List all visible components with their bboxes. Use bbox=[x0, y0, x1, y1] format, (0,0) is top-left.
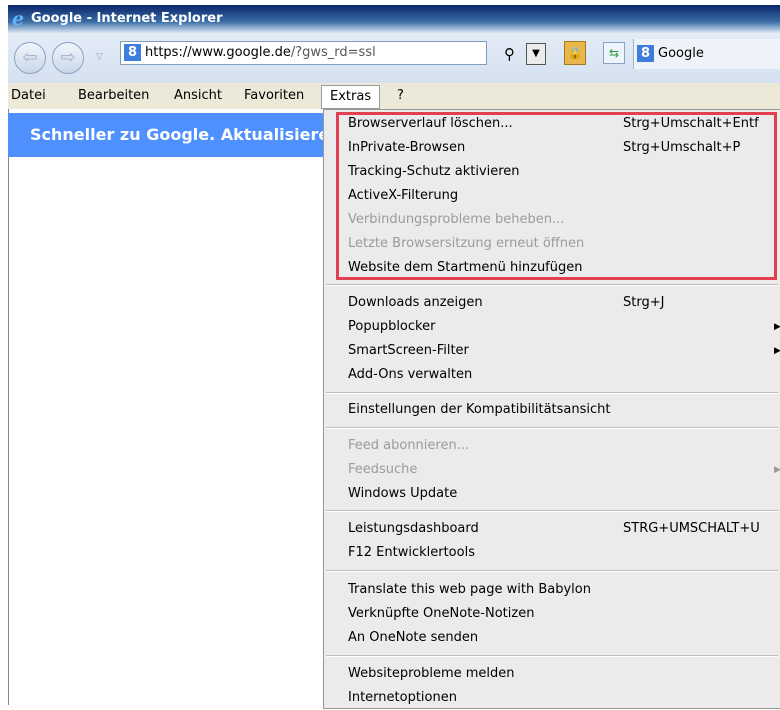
menu-favoriten[interactable]: Favoriten bbox=[244, 87, 304, 105]
extras-menu: Browserverlauf löschen... Strg+Umschalt+… bbox=[323, 109, 780, 709]
menu-item-popupblocker[interactable]: Popupblocker bbox=[348, 315, 435, 339]
submenu-arrow-icon: ▶ bbox=[774, 322, 780, 332]
tab-label: Google bbox=[658, 46, 704, 61]
menu-separator bbox=[326, 427, 778, 429]
submenu-arrow-icon: ▶ bbox=[774, 465, 780, 475]
update-banner[interactable]: Schneller zu Google. Aktualisieren bbox=[8, 113, 345, 157]
address-bar[interactable]: 8 https://www.google.de/?gws_rd=ssl bbox=[120, 41, 487, 65]
menu-item-f12-tools[interactable]: F12 Entwicklertools bbox=[348, 541, 475, 565]
address-path: /?gws_rd=ssl bbox=[290, 45, 376, 60]
menu-bearbeiten[interactable]: Bearbeiten bbox=[78, 87, 149, 105]
shortcut-leistungsdashboard: STRG+UMSCHALT+U bbox=[623, 521, 760, 536]
menu-separator bbox=[326, 510, 778, 512]
address-host: https://www.google.de bbox=[145, 45, 291, 60]
refresh-button[interactable]: ⇆ bbox=[603, 42, 625, 64]
menu-item-feed-abonnieren: Feed abonnieren... bbox=[348, 438, 470, 453]
navigation-bar: ⇦ ⇨ ▽ 8 https://www.google.de/?gws_rd=ssl… bbox=[8, 33, 780, 83]
menu-item-tracking-schutz[interactable]: Tracking-Schutz aktivieren bbox=[348, 160, 520, 184]
menu-item-onenote-senden[interactable]: An OneNote senden bbox=[348, 626, 478, 650]
internet-explorer-icon: e bbox=[12, 8, 25, 30]
history-dropdown-icon[interactable]: ▽ bbox=[96, 52, 103, 62]
menu-item-kompatibilitaet[interactable]: Einstellungen der Kompatibilitätsansicht bbox=[348, 398, 611, 422]
shortcut-browserverlauf: Strg+Umschalt+Entf bbox=[623, 116, 759, 131]
google-favicon-icon: 8 bbox=[637, 45, 654, 62]
title-bar: e Google - Internet Explorer bbox=[8, 5, 780, 33]
forward-button[interactable]: ⇨ bbox=[52, 42, 84, 74]
menu-separator bbox=[326, 570, 778, 572]
menu-item-feedsuche: Feedsuche bbox=[348, 462, 418, 477]
menu-datei[interactable]: Datei bbox=[11, 87, 46, 105]
shortcut-downloads: Strg+J bbox=[623, 295, 665, 310]
window-title: Google - Internet Explorer bbox=[31, 11, 223, 26]
google-favicon-icon: 8 bbox=[124, 44, 141, 61]
menu-item-babylon[interactable]: Translate this web page with Babylon bbox=[348, 578, 591, 602]
menu-item-smartscreen[interactable]: SmartScreen-Filter bbox=[348, 339, 469, 363]
menu-separator bbox=[326, 655, 778, 657]
menu-item-startmenue[interactable]: Website dem Startmenü hinzufügen bbox=[348, 256, 583, 280]
menu-item-windows-update[interactable]: Windows Update bbox=[348, 482, 457, 506]
tab-google[interactable]: 8 Google bbox=[633, 39, 780, 69]
menu-item-inprivate[interactable]: InPrivate-Browsen bbox=[348, 136, 465, 160]
menu-bar: Datei Bearbeiten Ansicht Favoriten Extra… bbox=[8, 83, 780, 109]
menu-separator bbox=[326, 284, 778, 286]
menu-extras[interactable]: Extras bbox=[321, 85, 381, 109]
menu-item-websiteprobleme[interactable]: Websiteprobleme melden bbox=[348, 662, 515, 686]
menu-item-internetoptionen[interactable]: Internetoptionen bbox=[348, 686, 457, 710]
submenu-arrow-icon: ▶ bbox=[774, 346, 780, 356]
address-dropdown-button[interactable]: ▼ bbox=[526, 43, 546, 65]
menu-ansicht[interactable]: Ansicht bbox=[174, 87, 222, 105]
menu-item-letzte-sitzung: Letzte Browsersitzung erneut öffnen bbox=[348, 236, 585, 251]
back-button[interactable]: ⇦ bbox=[14, 42, 46, 74]
menu-item-activex-filterung[interactable]: ActiveX-Filterung bbox=[348, 184, 458, 208]
menu-item-leistungsdashboard[interactable]: Leistungsdashboard bbox=[348, 517, 479, 541]
menu-item-verbindungsprobleme: Verbindungsprobleme beheben... bbox=[348, 212, 565, 227]
menu-item-onenote-notizen[interactable]: Verknüpfte OneNote-Notizen bbox=[348, 602, 534, 626]
menu-help[interactable]: ? bbox=[397, 87, 404, 105]
shortcut-inprivate: Strg+Umschalt+P bbox=[623, 140, 741, 155]
search-icon[interactable]: ⚲ bbox=[504, 44, 526, 64]
menu-item-browserverlauf[interactable]: Browserverlauf löschen... bbox=[348, 112, 513, 136]
menu-item-addons[interactable]: Add-Ons verwalten bbox=[348, 363, 472, 387]
menu-separator bbox=[326, 392, 778, 394]
menu-item-downloads[interactable]: Downloads anzeigen bbox=[348, 291, 483, 315]
lock-icon[interactable]: 🔒 bbox=[564, 41, 586, 65]
